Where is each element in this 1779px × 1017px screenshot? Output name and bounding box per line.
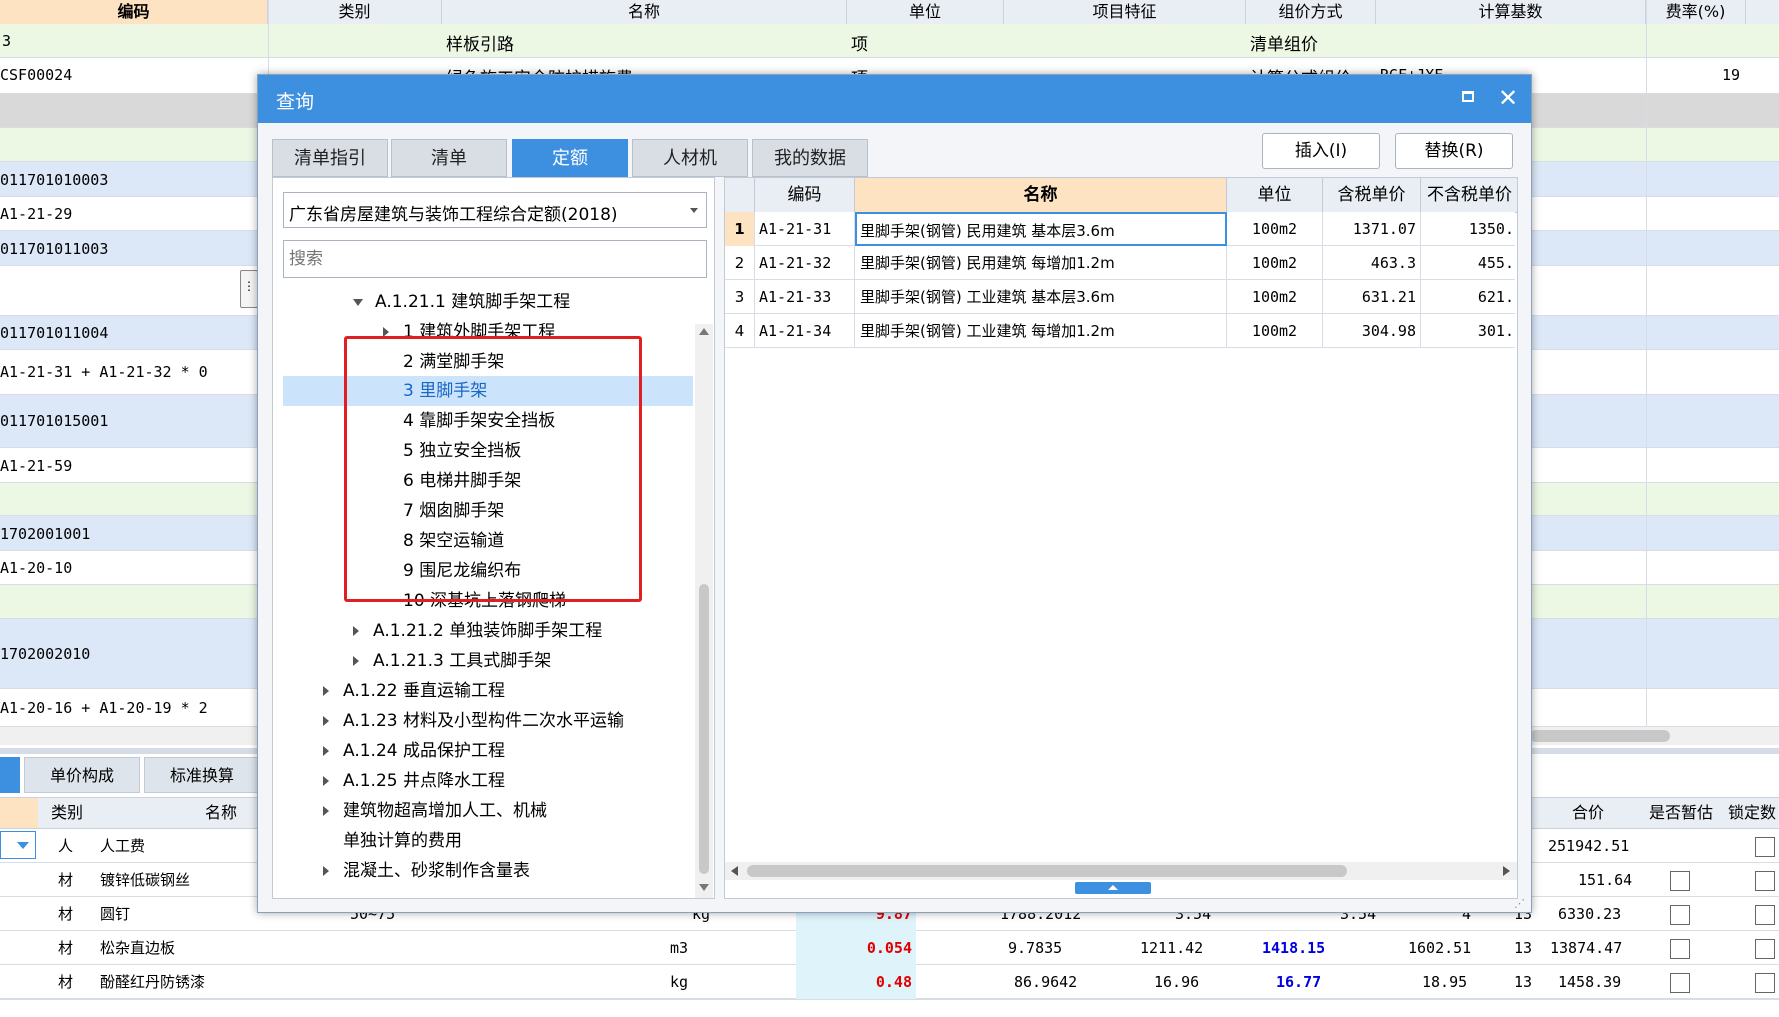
col-rate-header[interactable]: 费率(%) (1646, 0, 1746, 24)
tree-vertical-scrollbar[interactable] (695, 324, 713, 898)
maximize-icon[interactable] (1462, 91, 1474, 102)
caret-down-icon (353, 298, 363, 306)
table-row[interactable]: 材 酚醛红丹防锈漆 kg 0.48 86.9642 16.96 16.77 18… (0, 965, 1779, 999)
tree-node-a124[interactable]: A.1.24 成品保护工程 (323, 737, 505, 765)
caret-right-icon (353, 656, 359, 666)
splitter-handle[interactable] (1075, 882, 1151, 894)
tree-node-a1212[interactable]: A.1.21.2 单独装饰脚手架工程 (353, 617, 602, 645)
tree-node-a1211[interactable]: A.1.21.1 建筑脚手架工程 (353, 288, 570, 316)
scrollbar-thumb[interactable] (747, 865, 1347, 877)
row-number-header (725, 178, 755, 212)
tab-my-data[interactable]: 我的数据 (752, 139, 868, 177)
col-feature-header[interactable]: 项目特征 (1004, 0, 1246, 24)
table-row[interactable]: 3 A1-21-33 里脚手架(钢管) 工业建筑 基本层3.6m 100m2 6… (725, 280, 1515, 314)
grid-divider (1646, 0, 1647, 727)
col-code-header[interactable]: 编码 (0, 0, 268, 24)
tab-bill-guide[interactable]: 清单指引 (272, 139, 388, 177)
table-row[interactable]: 3 样板引路 项 清单组价 (0, 24, 1779, 58)
table-row[interactable]: 2 A1-21-32 里脚手架(钢管) 民用建筑 每增加1.2m 100m2 4… (725, 246, 1515, 280)
dialog-titlebar[interactable]: 查询 ✕ (258, 75, 1531, 123)
chevron-down-icon (690, 208, 698, 213)
col-unit-header[interactable]: 单位 (847, 0, 1004, 24)
col-unit-header[interactable]: 单位 (1227, 178, 1323, 212)
locked-checkbox[interactable] (1755, 939, 1775, 959)
caret-right-icon (323, 806, 329, 816)
scroll-up-icon[interactable] (699, 328, 709, 335)
tab-unit-price-composition[interactable]: 单价构成 (24, 757, 140, 793)
chevron-down-icon (17, 842, 29, 849)
tree-node-concrete-table[interactable]: 混凝土、砂浆制作含量表 (323, 857, 530, 885)
table-row[interactable]: 材 松杂直边板 m3 0.054 9.7835 1211.42 1418.15 … (0, 931, 1779, 965)
result-table-header: 编码 名称 单位 含税单价 不含税单价 (725, 178, 1517, 213)
tab-active-partial[interactable] (0, 757, 20, 793)
search-input[interactable] (283, 240, 707, 278)
tab-quota[interactable]: 定额 (512, 139, 628, 177)
scroll-right-icon[interactable] (1503, 866, 1510, 876)
tab-bill[interactable]: 清单 (391, 139, 507, 177)
col-name-header[interactable]: 名称 (855, 178, 1227, 212)
caret-right-icon (323, 686, 329, 696)
tree-node-a122[interactable]: A.1.22 垂直运输工程 (323, 677, 505, 705)
locked-checkbox[interactable] (1755, 905, 1775, 925)
col-price-notax-header[interactable]: 不含税单价 (1421, 178, 1517, 212)
caret-right-icon (323, 746, 329, 756)
col-locked-header[interactable]: 锁定数 (1724, 798, 1779, 828)
caret-right-icon (323, 716, 329, 726)
quota-library-select[interactable]: 广东省房屋建筑与装饰工程综合定额(2018) (283, 192, 707, 228)
table-row[interactable]: 1 A1-21-31 里脚手架(钢管) 民用建筑 基本层3.6m 100m2 1… (725, 212, 1515, 246)
caret-right-icon (323, 776, 329, 786)
col-type-header[interactable]: 类别 (38, 798, 96, 828)
tree-node-separate-fees[interactable]: 单独计算的费用 (343, 827, 462, 855)
ellipsis-button[interactable]: ⋮ (240, 270, 258, 308)
caret-right-icon (353, 626, 359, 636)
provisional-checkbox[interactable] (1670, 939, 1690, 959)
provisional-checkbox[interactable] (1670, 905, 1690, 925)
caret-right-icon (323, 866, 329, 876)
col-base-header[interactable]: 计算基数 (1376, 0, 1646, 24)
main-grid-header: 编码 类别 名称 单位 项目特征 组价方式 计算基数 费率(%) (0, 0, 1779, 25)
locked-checkbox[interactable] (1755, 837, 1775, 857)
scroll-left-icon[interactable] (731, 866, 738, 876)
tab-labor-material-machine[interactable]: 人材机 (632, 139, 748, 177)
col-name-header[interactable]: 名称 (442, 0, 847, 24)
scrollbar-thumb[interactable] (699, 584, 709, 874)
tree-node-a125[interactable]: A.1.25 井点降水工程 (323, 767, 505, 795)
tree-node-a123[interactable]: A.1.23 材料及小型构件二次水平运输 (323, 707, 624, 735)
result-horizontal-scrollbar[interactable] (725, 862, 1517, 880)
tree-node-a1213[interactable]: A.1.21.3 工具式脚手架 (353, 647, 551, 675)
tree-node-high-rise[interactable]: 建筑物超高增加人工、机械 (323, 797, 547, 825)
col-type-header[interactable]: 类别 (268, 0, 442, 24)
tab-standard-conversion[interactable]: 标准换算 (144, 757, 260, 793)
dialog-title: 查询 (276, 91, 315, 113)
col-price-tax-header[interactable]: 含税单价 (1323, 178, 1421, 212)
col-provisional-header[interactable]: 是否暂估 (1638, 798, 1724, 828)
query-dialog[interactable]: 查询 ✕ 清单指引 清单 定额 人材机 我的数据 插入(I) 替换(R) 广东省… (257, 74, 1532, 913)
replace-button[interactable]: 替换(R) (1395, 133, 1513, 169)
locked-checkbox[interactable] (1755, 973, 1775, 993)
locked-checkbox[interactable] (1755, 871, 1775, 891)
provisional-checkbox[interactable] (1670, 973, 1690, 993)
provisional-checkbox[interactable] (1670, 871, 1690, 891)
table-row[interactable]: 4 A1-21-34 里脚手架(钢管) 工业建筑 每增加1.2m 100m2 3… (725, 314, 1515, 348)
header-cell (0, 798, 38, 828)
insert-button[interactable]: 插入(I) (1262, 133, 1380, 169)
scroll-down-icon[interactable] (699, 884, 709, 891)
col-total-header[interactable]: 合价 (1538, 798, 1638, 828)
highlight-box (344, 336, 642, 602)
type-dropdown[interactable] (0, 831, 36, 859)
quota-result-table: 编码 名称 单位 含税单价 不含税单价 1 A1-21-31 里脚手架(钢管) … (724, 177, 1518, 899)
chevron-up-icon (1108, 885, 1118, 890)
scrollbar-thumb[interactable] (1530, 730, 1670, 742)
resize-grip-icon[interactable]: ⋰ (1514, 897, 1525, 910)
close-icon[interactable]: ✕ (1498, 84, 1518, 112)
col-method-header[interactable]: 组价方式 (1246, 0, 1376, 24)
table-row-partial (0, 999, 1779, 1017)
col-code-header[interactable]: 编码 (755, 178, 855, 212)
